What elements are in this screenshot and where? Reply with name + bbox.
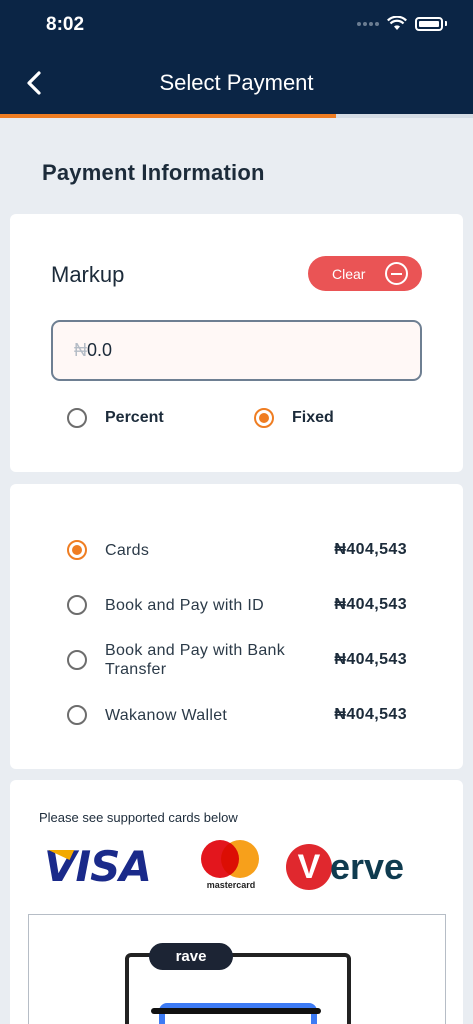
page-title: Select Payment: [159, 70, 314, 95]
payment-method-cards[interactable]: Cards ₦404,543: [67, 540, 407, 560]
verve-logo: V erve: [286, 844, 404, 890]
minus-circle-icon: [385, 262, 408, 285]
status-bar: 8:02: [0, 0, 473, 52]
nav-bar: Select Payment: [0, 52, 473, 114]
payment-methods-card: Cards ₦404,543 Book and Pay with ID ₦404…: [10, 484, 463, 769]
radio-percent[interactable]: [67, 408, 87, 428]
markup-card: Markup Clear ₦ 0.0 Percent Fixed: [10, 214, 463, 472]
method-label: Book and Pay with ID: [105, 596, 264, 614]
clear-button[interactable]: Clear: [308, 256, 422, 291]
method-amount: ₦404,543: [334, 541, 407, 558]
method-label: Wakanow Wallet: [105, 706, 228, 724]
markup-type-fixed[interactable]: Fixed: [254, 408, 334, 428]
method-amount: ₦404,543: [334, 651, 407, 668]
method-amount: ₦404,543: [334, 706, 407, 723]
supported-cards-card: Please see supported cards below VISA ma…: [10, 780, 463, 1024]
payment-method-bank-transfer[interactable]: Book and Pay with Bank Transfer ₦404,543: [67, 641, 407, 679]
markup-input[interactable]: ₦ 0.0: [51, 320, 422, 381]
visa-logo: VISA: [44, 842, 152, 891]
method-label: Book and Pay with Bank Transfer: [105, 642, 286, 678]
markup-value: 0.0: [87, 340, 113, 360]
radio-bank-transfer[interactable]: [67, 650, 87, 670]
radio-wallet[interactable]: [67, 705, 87, 725]
verve-wordmark: erve: [330, 846, 405, 887]
battery-tip: [445, 21, 447, 26]
mastercard-logo: mastercard: [196, 840, 262, 892]
markup-type-percent[interactable]: Percent: [67, 408, 164, 428]
status-icons: [357, 16, 447, 31]
section-title: Payment Information: [42, 160, 265, 185]
progress-fill: [0, 114, 336, 118]
progress-bar: [0, 114, 473, 118]
radio-fixed[interactable]: [254, 408, 274, 428]
method-amount: ₦404,543: [334, 596, 407, 613]
verve-v-mark: V: [286, 844, 332, 890]
signal-icon: [357, 21, 379, 26]
rave-badge: rave: [149, 943, 233, 970]
radio-book-pay-id[interactable]: [67, 595, 87, 615]
payment-method-wallet[interactable]: Wakanow Wallet ₦404,543: [67, 705, 407, 725]
radio-cards[interactable]: [67, 540, 87, 560]
wifi-icon: [387, 16, 407, 30]
markup-label: Markup: [51, 262, 125, 287]
method-label: Cards: [105, 541, 150, 559]
payment-method-book-pay-id[interactable]: Book and Pay with ID ₦404,543: [67, 595, 407, 615]
fixed-label: Fixed: [292, 409, 334, 426]
supported-cards-note: Please see supported cards below: [39, 810, 238, 825]
status-time: 8:02: [46, 14, 85, 35]
home-indicator[interactable]: [151, 1008, 321, 1014]
mastercard-yellow-circle: [221, 840, 259, 878]
mastercard-wordmark: mastercard: [206, 880, 256, 890]
clear-label: Clear: [332, 265, 366, 282]
visa-wordmark: VISA: [44, 842, 152, 891]
percent-label: Percent: [105, 409, 164, 426]
currency-symbol: ₦: [74, 340, 87, 360]
card-logos: VISA mastercard V erve: [44, 838, 424, 894]
battery-icon: [415, 16, 443, 31]
